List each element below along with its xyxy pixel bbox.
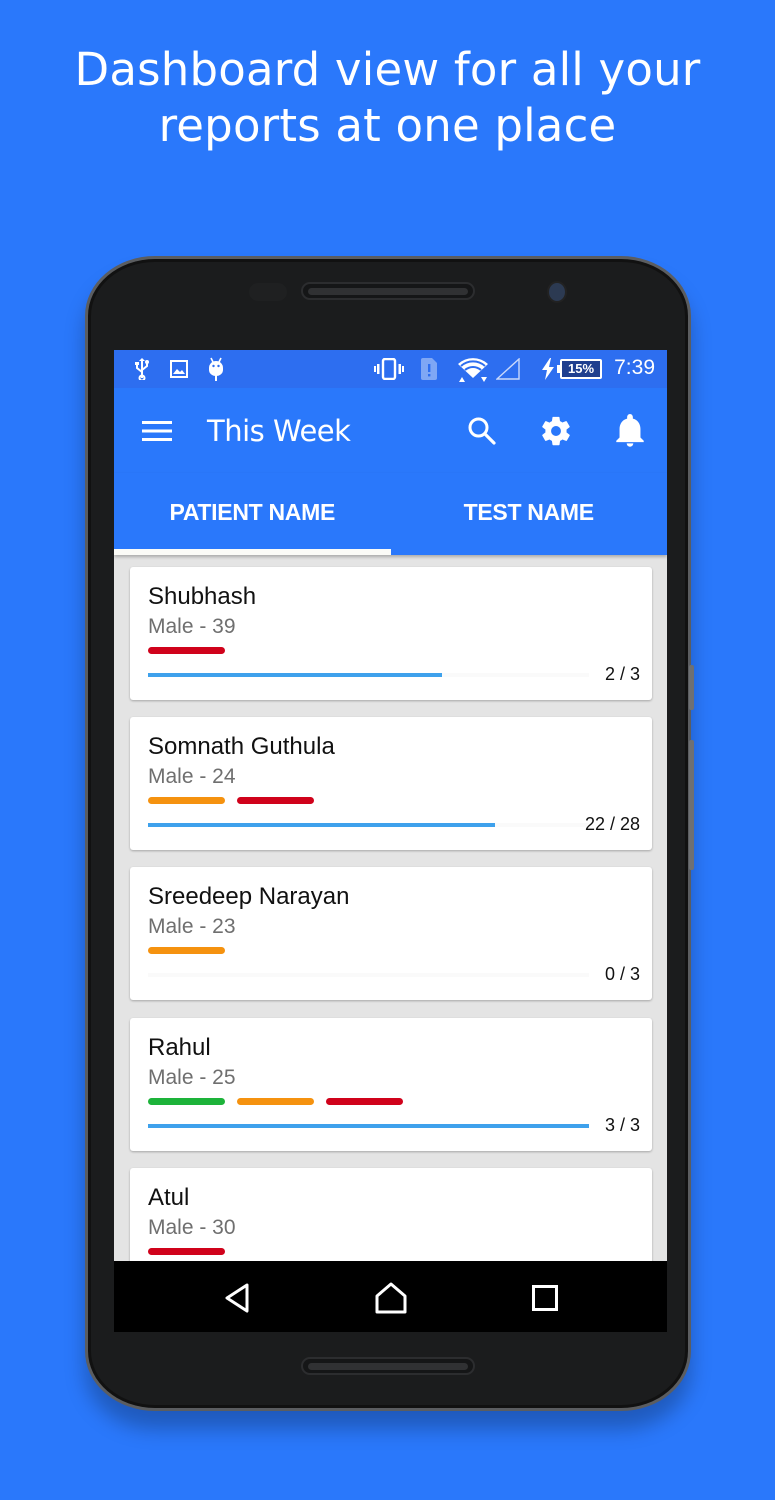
page-title: This Week	[207, 414, 351, 448]
patient-name: Atul	[148, 1184, 190, 1211]
status-flags	[148, 1098, 403, 1106]
test-progress-count: 3 / 3	[604, 1115, 640, 1135]
cell-signal-icon	[495, 358, 521, 380]
patient-details: Male - 39	[148, 615, 236, 638]
sim-alert-icon	[419, 358, 439, 380]
proximity-sensor	[249, 283, 287, 301]
test-progress-count: 22 / 28	[584, 814, 640, 834]
patient-card[interactable]: Shubhash Male - 39 2 / 3	[130, 567, 652, 700]
status-flags	[148, 1248, 225, 1256]
patient-details: Male - 23	[148, 915, 236, 938]
status-flags	[148, 797, 314, 805]
usb-icon	[132, 358, 152, 380]
promo-headline: Dashboard view for all your reports at o…	[0, 42, 775, 154]
test-progress-bar	[148, 823, 589, 827]
test-progress-bar	[148, 1124, 589, 1128]
phone-volume-button	[689, 665, 694, 710]
front-camera	[547, 281, 567, 303]
phone-power-button	[689, 740, 694, 870]
menu-icon[interactable]	[140, 414, 174, 448]
status-flags	[148, 947, 225, 955]
patient-details: Male - 24	[148, 765, 236, 788]
wifi-icon	[456, 358, 490, 382]
charging-icon	[540, 358, 556, 380]
earpiece-speaker	[301, 282, 475, 300]
back-icon[interactable]	[220, 1281, 254, 1315]
settings-icon[interactable]	[539, 414, 573, 448]
app-bar: This Week	[114, 388, 667, 473]
test-progress-bar	[148, 973, 589, 977]
patient-card[interactable]: Somnath Guthula Male - 24 22 / 28	[130, 717, 652, 850]
patient-name: Rahul	[148, 1034, 211, 1061]
promo-headline-line-2: reports at one place	[158, 99, 617, 152]
test-progress-count: 2 / 3	[604, 664, 640, 684]
status-flag	[326, 1098, 403, 1105]
status-time: 7:39	[614, 356, 655, 379]
test-progress-fill	[148, 823, 495, 827]
status-bar: 15% 7:39	[114, 350, 667, 388]
vibrate-icon	[373, 358, 405, 380]
test-progress-fill	[148, 1124, 589, 1128]
status-flag	[148, 797, 225, 804]
battery-indicator: 15%	[557, 359, 602, 379]
status-flags	[148, 647, 225, 655]
test-progress-fill	[148, 673, 442, 677]
patient-name: Shubhash	[148, 583, 257, 610]
test-progress-count: 0 / 3	[604, 964, 640, 984]
patient-card[interactable]: Sreedeep Narayan Male - 23 0 / 3	[130, 867, 652, 1000]
tab-selected-indicator	[114, 549, 391, 555]
status-flag	[148, 647, 225, 654]
patient-name: Sreedeep Narayan	[148, 883, 350, 910]
tab-test-name[interactable]: TEST NAME	[391, 473, 668, 555]
android-debug-icon	[206, 357, 226, 381]
tab-patient-name[interactable]: PATIENT NAME	[114, 473, 391, 555]
recents-icon[interactable]	[528, 1281, 562, 1315]
notifications-icon[interactable]	[613, 414, 647, 448]
test-progress-bar	[148, 673, 589, 677]
bottom-speaker	[301, 1357, 475, 1375]
status-flag	[148, 1248, 225, 1255]
patient-details: Male - 25	[148, 1066, 236, 1089]
status-flag	[148, 947, 225, 954]
patient-card[interactable]: Rahul Male - 25 3 / 3	[130, 1018, 652, 1151]
status-flag	[237, 1098, 314, 1105]
search-icon[interactable]	[465, 414, 499, 448]
patient-name: Somnath Guthula	[148, 733, 335, 760]
status-flag	[148, 1098, 225, 1105]
phone-screen: 15% 7:39 This Week PATIENT NAME TEST NAM…	[114, 350, 667, 1332]
home-icon[interactable]	[374, 1281, 408, 1315]
patient-details: Male - 30	[148, 1216, 236, 1239]
system-nav-bar	[114, 1261, 667, 1332]
image-icon	[169, 358, 189, 380]
status-flag	[237, 797, 314, 804]
tab-bar: PATIENT NAME TEST NAME	[114, 473, 667, 555]
promo-headline-line-1: Dashboard view for all your	[74, 43, 701, 96]
